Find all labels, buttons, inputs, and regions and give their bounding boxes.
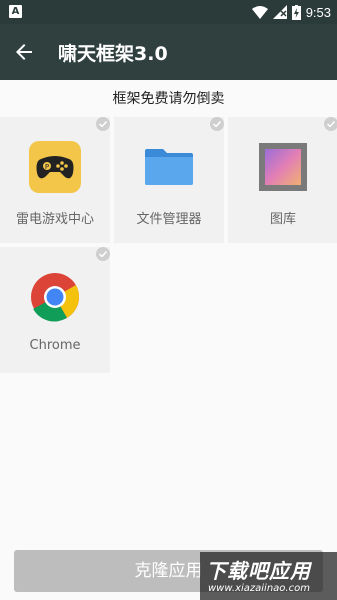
gallery-icon bbox=[259, 143, 307, 191]
svg-text:P: P bbox=[45, 163, 49, 171]
app-tile-game-center[interactable]: P 雷电游戏中心 bbox=[0, 117, 110, 243]
check-icon[interactable] bbox=[324, 117, 337, 131]
clock: 9:53 bbox=[305, 4, 331, 20]
page-title: 啸天框架3.0 bbox=[58, 43, 168, 65]
folder-icon bbox=[145, 149, 193, 185]
app-label: Chrome bbox=[29, 338, 81, 353]
watermark-url: www.xiazaiinao.com bbox=[208, 583, 310, 594]
app-tile-file-manager[interactable]: 文件管理器 bbox=[114, 117, 224, 243]
arrow-left-icon[interactable] bbox=[12, 40, 36, 64]
wifi-icon bbox=[251, 5, 268, 19]
watermark-title: 下载吧应用 bbox=[206, 559, 311, 583]
check-icon[interactable] bbox=[96, 247, 110, 261]
check-icon[interactable] bbox=[96, 117, 110, 131]
app-label: 雷电游戏中心 bbox=[15, 212, 94, 227]
app-bar: 啸天框架3.0 bbox=[0, 24, 337, 80]
status-bar: A 9:53 bbox=[0, 0, 337, 24]
app-label: 图库 bbox=[269, 212, 296, 227]
app-tile-chrome[interactable]: Chrome bbox=[0, 247, 110, 373]
notice-text: 框架免费请勿倒卖 bbox=[112, 91, 225, 107]
app-label: 文件管理器 bbox=[136, 212, 202, 227]
chrome-icon bbox=[31, 273, 80, 322]
battery-charging-icon bbox=[291, 4, 301, 20]
no-signal-icon bbox=[272, 5, 287, 19]
notification-a-icon: A bbox=[9, 5, 22, 18]
app-tile-gallery[interactable]: 图库 bbox=[228, 117, 337, 243]
check-icon[interactable] bbox=[210, 117, 224, 131]
status-icons: 9:53 bbox=[251, 3, 331, 21]
gamepad-icon: P bbox=[29, 141, 81, 193]
watermark: 下载吧应用 www.xiazaiinao.com bbox=[200, 552, 337, 600]
